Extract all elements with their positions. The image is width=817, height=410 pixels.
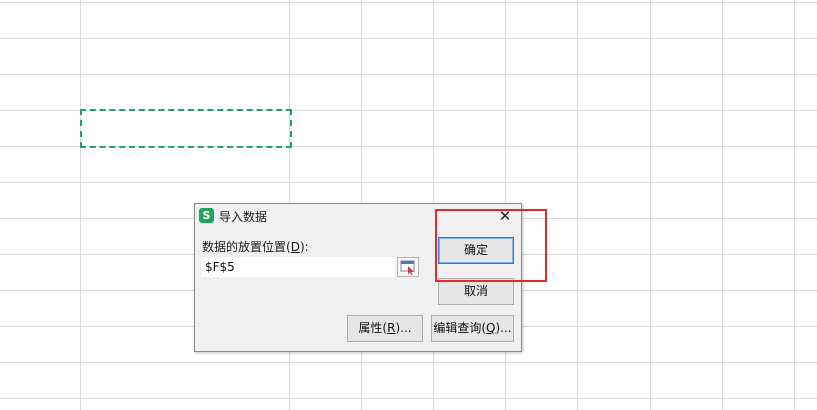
wps-spreadsheet-logo-icon: S	[199, 208, 214, 223]
annotation-highlight-box	[435, 209, 547, 282]
location-label-prefix: 数据的放置位置(	[202, 240, 291, 254]
range-picker-icon	[400, 260, 415, 275]
cancel-button[interactable]: 取消	[438, 278, 514, 305]
edit-query-label-accel: Q	[486, 321, 496, 335]
selected-range-marquee	[80, 109, 292, 148]
properties-label-suffix: )...	[395, 321, 412, 335]
dialog-title: 导入数据	[219, 210, 268, 224]
range-picker-button[interactable]	[397, 257, 419, 277]
location-label-accel: D	[290, 240, 300, 254]
properties-label-prefix: 属性(	[358, 321, 388, 335]
edit-query-label-suffix: )...	[495, 321, 512, 335]
location-field-label: 数据的放置位置(D):	[202, 238, 309, 255]
edit-query-label-prefix: 编辑查询(	[433, 321, 487, 335]
edit-query-button[interactable]: 编辑查询(Q)...	[431, 315, 514, 342]
properties-button[interactable]: 属性(R)...	[347, 315, 423, 342]
location-input[interactable]	[201, 257, 395, 277]
location-label-suffix: ):	[299, 240, 309, 254]
